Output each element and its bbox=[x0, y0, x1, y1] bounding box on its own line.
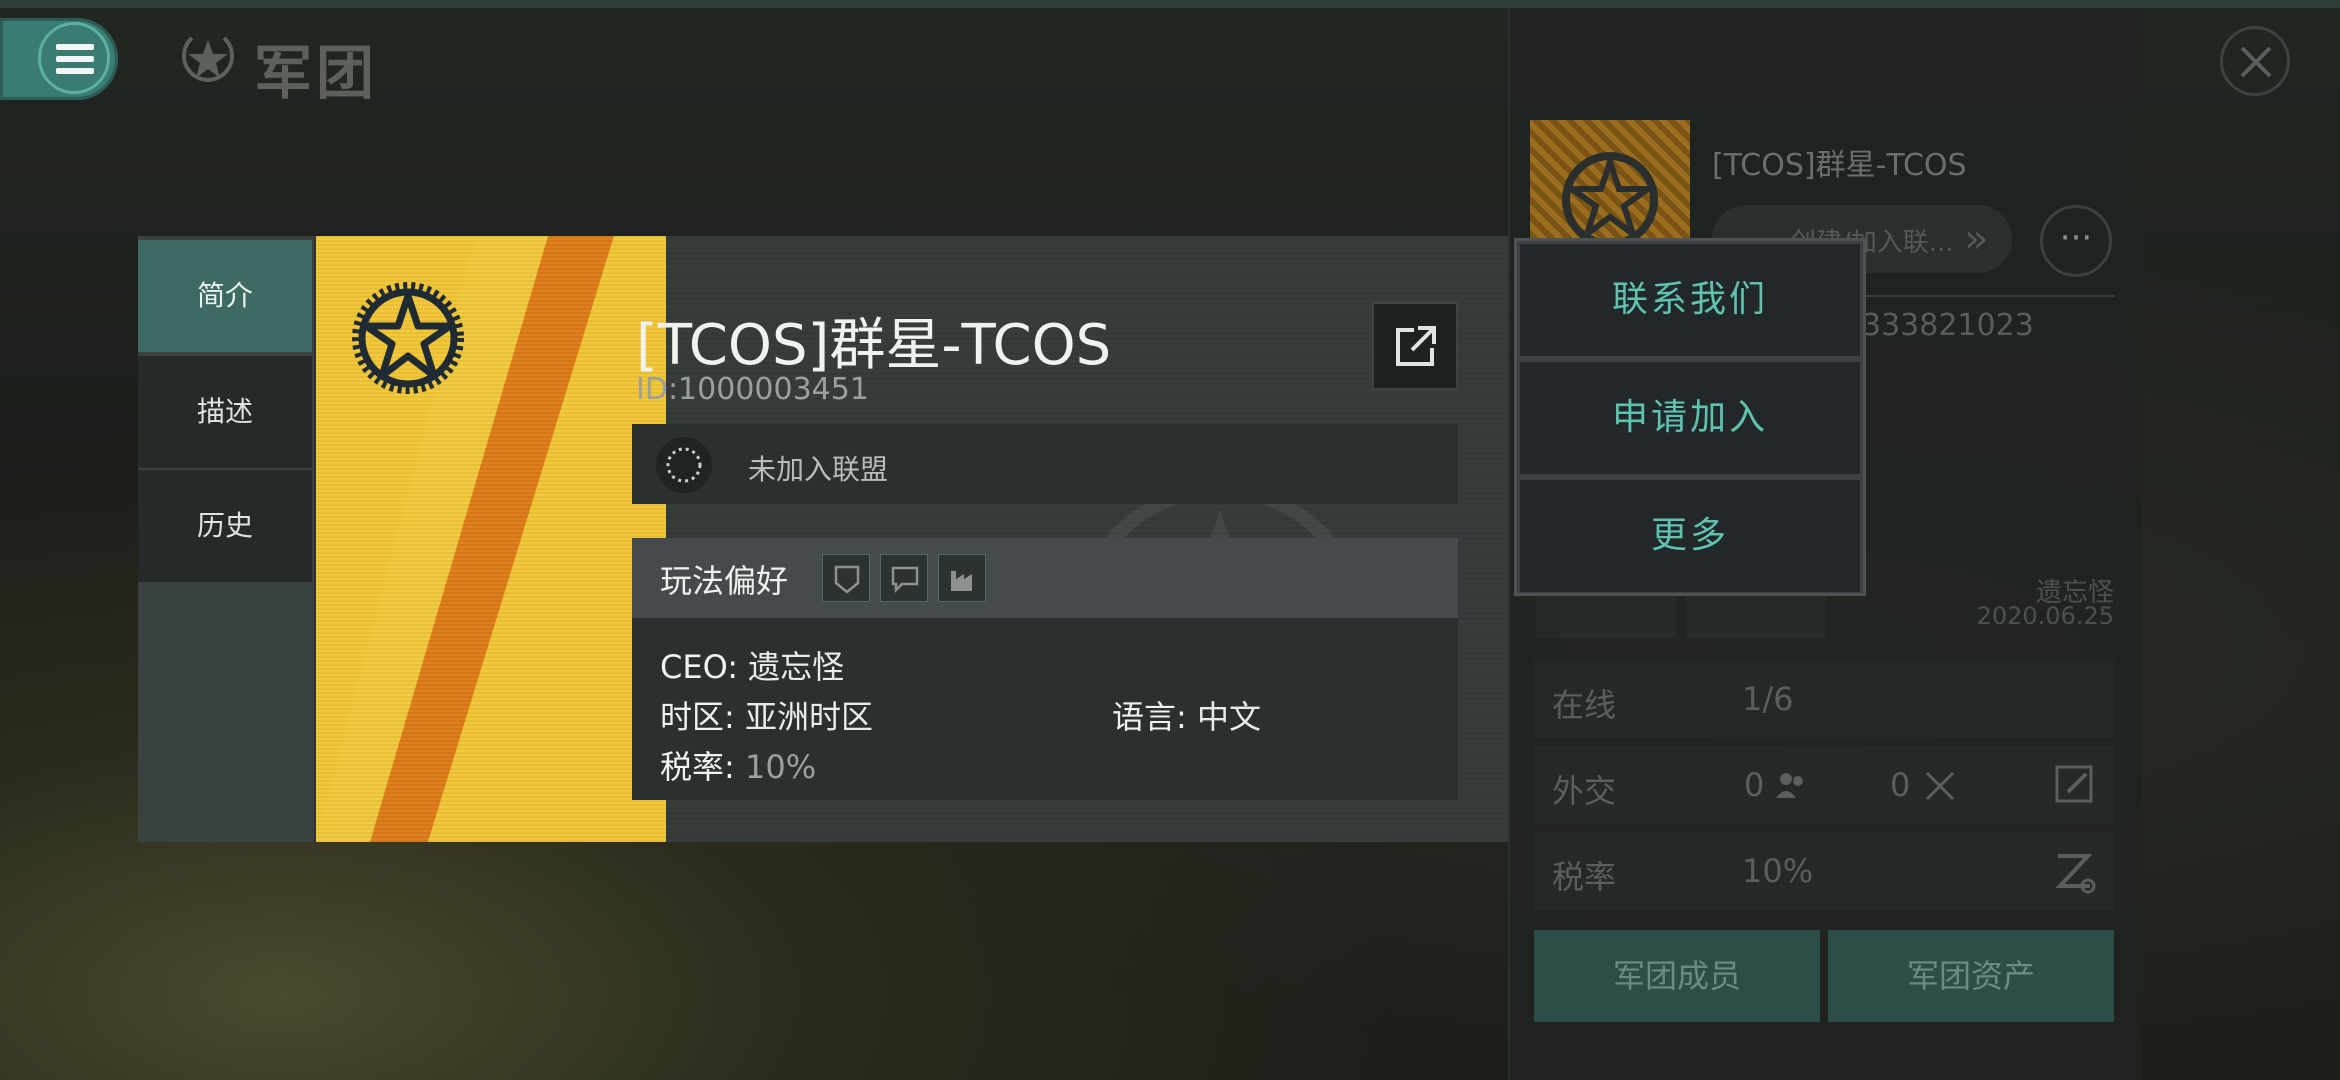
more-button[interactable]: 更多 bbox=[1520, 480, 1860, 592]
tax-rate-label: 税率: bbox=[660, 748, 735, 786]
external-link-icon bbox=[1396, 326, 1436, 366]
tax-rate-value: 10% bbox=[744, 748, 817, 786]
edit-diplomacy-icon[interactable] bbox=[2054, 764, 2096, 806]
tab-history[interactable]: 历史 bbox=[138, 470, 312, 582]
friends-count: 0 bbox=[1744, 766, 1765, 804]
friends-icon bbox=[1776, 773, 1803, 798]
play-preference-label: 玩法偏好 bbox=[660, 562, 789, 600]
star-badge-icon bbox=[182, 36, 234, 82]
online-label: 在线 bbox=[1552, 686, 1617, 724]
language-line: 语言: 中文 bbox=[1112, 692, 1261, 738]
corp-id: ID:1000003451 bbox=[636, 372, 869, 407]
side-corp-name: [TCOS]群星-TCOS bbox=[1712, 148, 1967, 183]
top-edge bbox=[0, 0, 2340, 8]
tax-value: 10% bbox=[1742, 852, 1814, 890]
tax-line: 税率: 10% bbox=[660, 742, 816, 788]
timezone-label: 时区: bbox=[660, 698, 735, 736]
corp-emblem-icon bbox=[352, 282, 464, 394]
more-options-button[interactable]: ··· bbox=[2040, 205, 2112, 277]
members-button[interactable]: 军团成员 bbox=[1534, 930, 1820, 1022]
factory-icon bbox=[938, 554, 986, 602]
side-corp-id: 333821023 bbox=[1862, 308, 2034, 343]
alliance-status: 未加入联盟 bbox=[748, 453, 889, 486]
shield-icon bbox=[822, 554, 870, 602]
tax-settings-icon[interactable] bbox=[2054, 850, 2096, 894]
hamburger-menu-icon bbox=[56, 44, 94, 80]
diplomacy-label: 外交 bbox=[1552, 772, 1617, 810]
language-label: 语言: bbox=[1112, 698, 1187, 736]
apply-join-button[interactable]: 申请加入 bbox=[1520, 362, 1860, 474]
diplomacy-row: 外交 0 0 bbox=[1534, 746, 2114, 824]
online-value: 1/6 bbox=[1742, 680, 1794, 718]
corp-logo-icon bbox=[1562, 152, 1658, 248]
tab-intro[interactable]: 简介 bbox=[138, 240, 312, 352]
tax-label: 税率 bbox=[1552, 858, 1617, 896]
enemies-count: 0 bbox=[1890, 766, 1911, 804]
ceo-label: CEO: bbox=[660, 648, 738, 686]
corp-banner bbox=[316, 236, 666, 842]
share-button[interactable] bbox=[1372, 302, 1458, 390]
side-date: 2020.06.25 bbox=[1976, 602, 2114, 630]
timezone-line: 时区: 亚洲时区 bbox=[660, 692, 873, 738]
crossed-swords-icon bbox=[1925, 771, 1955, 801]
ceo-value: 遗忘怪 bbox=[748, 648, 845, 686]
close-button[interactable] bbox=[2220, 26, 2290, 96]
online-row: 在线 1/6 bbox=[1534, 660, 2114, 738]
menu-button[interactable] bbox=[0, 18, 118, 100]
contact-us-button[interactable]: 联系我们 bbox=[1520, 244, 1860, 356]
corp-name: [TCOS]群星-TCOS bbox=[636, 313, 1112, 378]
assets-button[interactable]: 军团资产 bbox=[1828, 930, 2114, 1022]
ceo-line: CEO: 遗忘怪 bbox=[660, 642, 844, 688]
timezone-value: 亚洲时区 bbox=[744, 698, 873, 736]
page-title: 军团 bbox=[254, 39, 379, 107]
chevron-right-icon: » bbox=[1964, 216, 1989, 262]
tax-row: 税率 10% bbox=[1534, 832, 2114, 910]
close-icon bbox=[2240, 46, 2272, 78]
tab-description[interactable]: 描述 bbox=[138, 356, 312, 468]
alliance-ring-icon bbox=[656, 437, 712, 493]
language-value: 中文 bbox=[1196, 698, 1261, 736]
chat-icon bbox=[880, 554, 928, 602]
